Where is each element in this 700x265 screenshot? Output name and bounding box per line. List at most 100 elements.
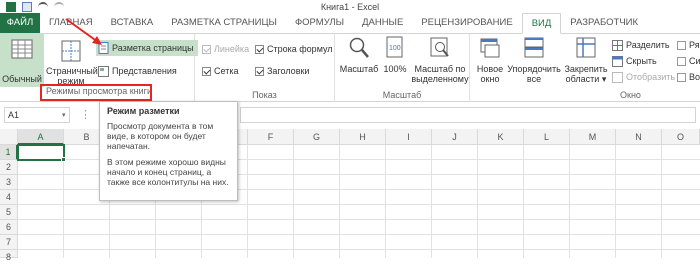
freeze-panes-label-1: Закрепить [564,64,608,74]
column-header[interactable]: K [478,129,524,145]
column-header[interactable]: A [18,129,64,145]
group-window: Новое окно Упорядочить все Закрепить обл… [470,34,700,102]
tab-insert[interactable]: ВСТАВКА [102,13,163,33]
freeze-panes-button[interactable]: Закрепить области ▾ [562,36,610,84]
split-icon [612,39,623,51]
view-side-by-side-button[interactable]: Ря [677,38,700,52]
unhide-label: Отобразить [626,72,676,82]
zoom-to-selection-button[interactable]: Масштаб по выделенному [411,36,469,84]
tooltip-title: Режим разметки [107,106,180,116]
gridlines-label: Сетка [214,66,239,76]
tab-review[interactable]: РЕЦЕНЗИРОВАНИЕ [412,13,521,33]
zoom-to-selection-label-2: выделенному [411,74,469,84]
row-header[interactable]: 6 [0,220,18,235]
column-header[interactable]: G [294,129,340,145]
page-break-preview-label-1: Страничный [46,66,98,76]
arrange-all-icon [524,37,544,58]
column-header[interactable]: O [662,129,700,145]
freeze-panes-label-2: области [565,74,600,84]
name-box[interactable]: A1 [4,107,70,123]
column-header[interactable]: L [524,129,570,145]
page-layout-label: Разметка страницы [112,43,194,53]
headings-label: Заголовки [267,66,310,76]
formula-input[interactable] [240,107,696,123]
tab-data[interactable]: ДАННЫЕ [353,13,412,33]
tooltip-paragraph-2: В этом режиме хорошо видны начало и коне… [107,157,229,187]
page-layout-button[interactable]: Разметка страницы [96,40,198,56]
row-header[interactable]: 7 [0,235,18,250]
sync-scroll-label: Си [689,56,700,66]
arrange-all-button[interactable]: Упорядочить все [506,36,562,84]
unhide-button[interactable]: Отобразить [612,70,675,84]
zoom-to-selection-label-1: Масштаб по [414,64,466,74]
column-header[interactable]: F [248,129,294,145]
show-group-label: Показ [252,90,277,100]
zoom-group-label: Масштаб [382,90,422,100]
gridlines-check-icon [202,66,211,76]
normal-view-button[interactable]: Обычный [0,34,44,87]
new-window-icon [480,38,500,58]
column-header[interactable]: I [386,129,432,145]
row-header[interactable]: 4 [0,190,18,205]
headings-checkbox[interactable]: Заголовки [255,64,309,78]
column-header[interactable]: N [616,129,662,145]
formula-bar-divider-icon: ⋮ [80,109,91,121]
tab-file[interactable]: ФАЙЛ [0,13,40,33]
column-header[interactable]: M [570,129,616,145]
tab-developer[interactable]: РАЗРАБОТЧИК [561,13,647,33]
new-window-label-2: окно [480,74,500,84]
formula-bar-label: Строка формул [267,44,333,54]
ruler-checkbox[interactable]: Линейка [202,42,249,56]
zoom-100-label: 100% [383,64,407,74]
zoom-100-icon: 100 [386,36,403,58]
split-label: Разделить [626,40,670,50]
reset-position-button[interactable]: Во [677,70,700,84]
split-button[interactable]: Разделить [612,38,670,52]
hide-label: Скрыть [626,56,657,66]
gridlines-checkbox[interactable]: Сетка [202,64,238,78]
normal-view-label: Обычный [2,74,42,84]
select-all-corner[interactable] [0,129,18,145]
highlight-box [40,84,152,101]
custom-views-label: Представления [112,66,177,76]
new-window-button[interactable]: Новое окно [474,36,506,84]
name-box-dropdown-icon[interactable]: ▾ [62,111,66,119]
chevron-down-icon: ▾ [599,74,607,84]
hide-button[interactable]: Скрыть [612,54,657,68]
unhide-icon [612,71,623,83]
hide-icon [612,55,623,67]
headings-check-icon [255,66,264,76]
tooltip-paragraph-1: Просмотр документа в том виде, в котором… [107,121,214,151]
tab-page-layout[interactable]: РАЗМЕТКА СТРАНИЦЫ [162,13,286,33]
group-show: Линейка Строка формул Сетка Заголовки По… [195,34,335,102]
column-header[interactable]: J [432,129,478,145]
tab-view[interactable]: ВИД [521,13,562,34]
window-group-label: Окно [620,90,641,100]
sync-scroll-button[interactable]: Си [677,54,700,68]
tab-formulas[interactable]: ФОРМУЛЫ [286,13,353,33]
zoom-button[interactable]: Масштаб [338,36,380,74]
active-cell[interactable] [17,144,65,161]
page-layout-tooltip: Режим разметки Просмотр документа в том … [99,101,238,201]
row-header[interactable]: 3 [0,175,18,190]
freeze-panes-icon [576,37,596,58]
ruler-check-icon [202,44,211,54]
custom-views-button[interactable]: Представления [98,64,177,78]
svg-text:100: 100 [389,45,401,52]
formula-bar-check-icon [255,44,264,54]
row-header[interactable]: 5 [0,205,18,220]
reset-position-label: Во [689,72,700,82]
column-header[interactable]: H [340,129,386,145]
annotation-arrow-icon [65,18,102,45]
row-header[interactable]: 2 [0,160,18,175]
fill-handle[interactable] [61,157,66,162]
zoom-label: Масштаб [339,64,379,74]
formula-bar-checkbox[interactable]: Строка формул [255,42,333,56]
ruler-label: Линейка [214,44,250,54]
arrange-all-label-1: Упорядочить [507,64,561,74]
zoom-to-selection-icon [430,37,449,57]
row-header[interactable]: 1 [0,145,18,160]
row-header[interactable]: 8 [0,250,18,262]
reset-position-icon [677,72,686,82]
zoom-100-button[interactable]: 100 100% [381,36,409,74]
